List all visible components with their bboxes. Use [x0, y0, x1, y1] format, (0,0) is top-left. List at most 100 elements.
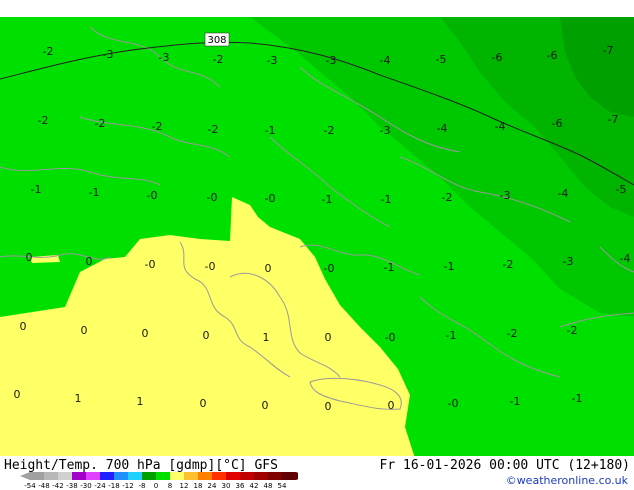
scale-tick-label: 42 — [250, 482, 259, 490]
temp-label: -4 — [437, 122, 448, 135]
scale-swatch — [142, 472, 156, 480]
temp-label: -7 — [603, 44, 614, 57]
temp-label: -3 — [159, 51, 170, 64]
temp-label: -5 — [616, 183, 627, 196]
color-scale: -54 -48 -42 -38 -30 -24 -18 -12 -8 0 8 12 18 24 30 36 42… — [20, 472, 298, 490]
temp-label: 0 — [203, 329, 210, 342]
temp-label: -3 — [563, 255, 574, 268]
temp-label: 0 — [262, 399, 269, 412]
temp-label: 1 — [263, 331, 270, 344]
scale-tick-label: -30 — [80, 482, 91, 490]
scale-swatch — [282, 472, 296, 480]
temp-label: 0 — [81, 324, 88, 337]
scale-swatch — [30, 472, 44, 480]
scale-tick-label: -18 — [108, 482, 119, 490]
temp-label: 0 — [14, 388, 21, 401]
scale-swatch — [198, 472, 212, 480]
temp-label: -6 — [492, 51, 503, 64]
temp-label: -1 — [384, 261, 395, 274]
temp-label: -1 — [572, 392, 583, 405]
temp-label: -1 — [444, 260, 455, 273]
map-footer: Height/Temp. 700 hPa [gdmp][°C] GFS Fr 1… — [0, 456, 634, 490]
scale-swatch — [184, 472, 198, 480]
scale-tick-label: 24 — [208, 482, 217, 490]
scale-arrow-left — [20, 472, 30, 480]
temp-label: 0 — [26, 251, 33, 264]
temp-label: -2 — [507, 327, 518, 340]
scale-swatch — [128, 472, 142, 480]
scale-tick-label: -38 — [66, 482, 77, 490]
temp-label: -6 — [552, 117, 563, 130]
temp-label: -1 — [31, 183, 42, 196]
temp-label: 0 — [200, 397, 207, 410]
temp-label: -0 — [207, 191, 218, 204]
temp-label: 0 — [86, 255, 93, 268]
temp-label: -0 — [324, 262, 335, 275]
scale-tick-label: 54 — [278, 482, 287, 490]
scale-swatch — [114, 472, 128, 480]
temp-label: -3 — [326, 54, 337, 67]
scale-tick-label: 48 — [264, 482, 273, 490]
temp-label: -2 — [567, 324, 578, 337]
scale-tick-label: 8 — [168, 482, 172, 490]
temp-label: -1 — [381, 193, 392, 206]
temp-label: -2 — [503, 258, 514, 271]
scale-swatch — [254, 472, 268, 480]
temp-label: -4 — [620, 252, 631, 265]
scale-tick-label: -24 — [94, 482, 106, 490]
temp-label: -6 — [547, 49, 558, 62]
scale-tick-label: 30 — [222, 482, 231, 490]
temp-label: -1 — [89, 186, 100, 199]
scale-tick-label: -42 — [52, 482, 63, 490]
temp-label: -2 — [38, 114, 49, 127]
color-scale-ticks: -54 -48 -42 -38 -30 -24 -18 -12 -8 0 8 12 18 24 30 36 42… — [24, 482, 287, 490]
temp-label: -0 — [385, 331, 396, 344]
temp-label: -0 — [145, 258, 156, 271]
temp-label: 0 — [20, 320, 27, 333]
scale-tick-label: -48 — [38, 482, 49, 490]
scale-swatch — [100, 472, 114, 480]
scale-tick-label: 36 — [236, 482, 245, 490]
scale-arrow-right — [296, 472, 298, 480]
scale-swatch — [226, 472, 240, 480]
scale-swatch — [86, 472, 100, 480]
scale-tick-label: -8 — [139, 482, 146, 490]
temp-label: -1 — [322, 193, 333, 206]
temp-label: -5 — [436, 53, 447, 66]
scale-swatch — [170, 472, 184, 480]
temp-label: 1 — [75, 392, 82, 405]
scale-swatch — [156, 472, 170, 480]
forecast-datetime: Fr 16-01-2026 00:00 UTC (12+180) — [379, 458, 630, 473]
site-credit[interactable]: ©weatheronline.co.uk — [506, 474, 628, 487]
weather-map: 308 -2 -3 -3 -2 -3 -3 -4 -5 -6 -6 -7 -2 … — [0, 17, 634, 481]
scale-tick-label: 0 — [154, 482, 158, 490]
scale-swatch — [58, 472, 72, 480]
scale-swatch — [240, 472, 254, 480]
temp-label: 0 — [142, 327, 149, 340]
scale-swatch — [72, 472, 86, 480]
scale-tick-label: 18 — [194, 482, 203, 490]
temp-label: 1 — [137, 395, 144, 408]
temp-label: -3 — [103, 48, 114, 61]
temp-label: -2 — [324, 124, 335, 137]
temp-label: -4 — [380, 54, 391, 67]
scale-swatch — [212, 472, 226, 480]
temp-label: 0 — [325, 400, 332, 413]
temp-label: -3 — [380, 124, 391, 137]
scale-tick-label: -54 — [24, 482, 36, 490]
temp-label: -0 — [147, 189, 158, 202]
contour-label: 308 — [207, 35, 226, 46]
temp-label: 0 — [325, 331, 332, 344]
scale-swatch — [268, 472, 282, 480]
map-title: Height/Temp. 700 hPa [gdmp][°C] GFS — [4, 458, 278, 473]
temp-label: 0 — [265, 262, 272, 275]
temp-label: -2 — [95, 117, 106, 130]
temp-label: -1 — [265, 124, 276, 137]
temp-label: -1 — [446, 329, 457, 342]
scale-tick-label: -12 — [122, 482, 133, 490]
scale-swatch — [44, 472, 58, 480]
temp-label: -4 — [495, 120, 506, 133]
temp-label: -3 — [500, 189, 511, 202]
temp-label: -2 — [43, 45, 54, 58]
temp-label: -4 — [558, 187, 569, 200]
